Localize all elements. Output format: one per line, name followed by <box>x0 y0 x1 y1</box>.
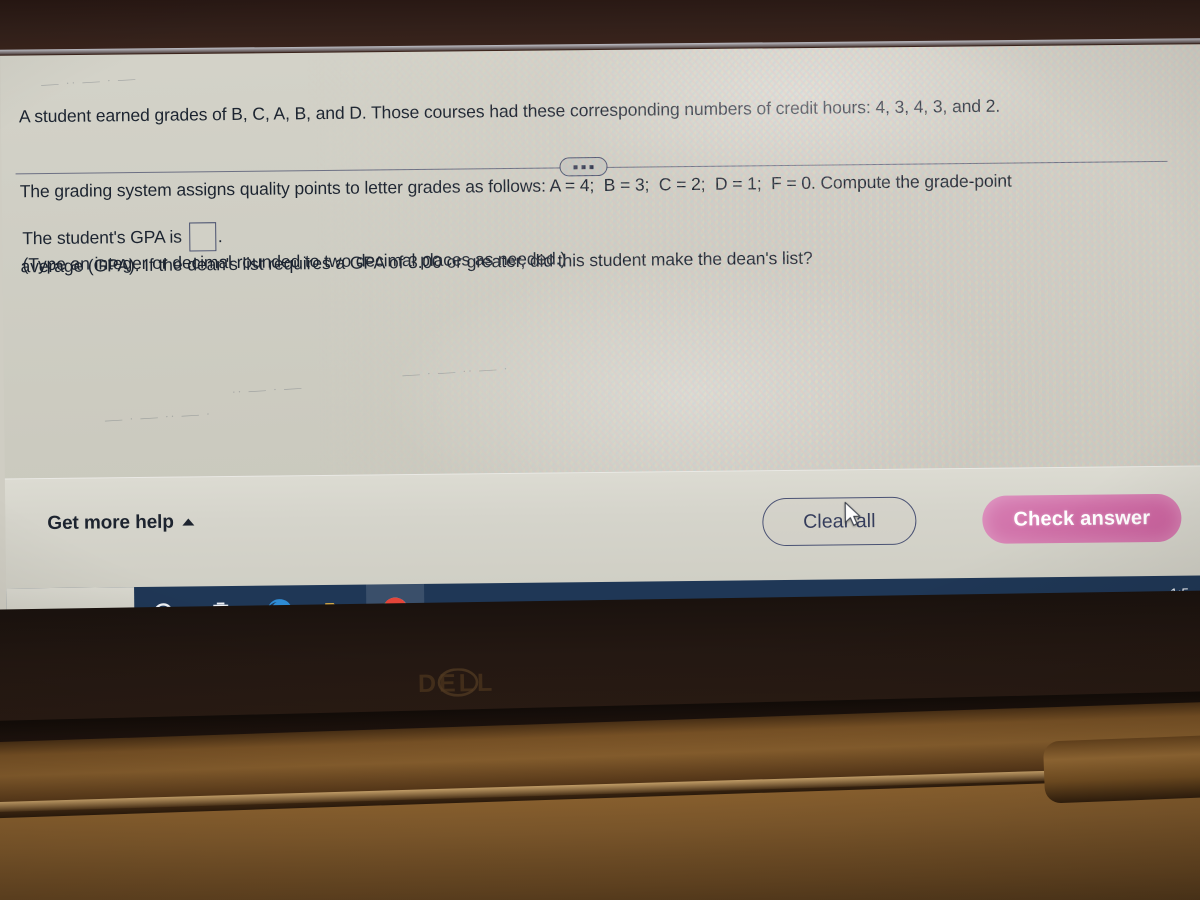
caret-up-icon <box>182 517 195 526</box>
screen-smudge-4: ⸺ · ⸺ ·· ⸺ · <box>401 363 510 382</box>
problem-statement: A student earned grades of B, C, A, B, a… <box>18 42 1191 330</box>
check-answer-label: Check answer <box>1013 506 1151 531</box>
answer-prompt-text: The student's GPA is <box>22 226 182 249</box>
ellipsis-dot <box>573 164 578 169</box>
exercise-footer-bar: Get more help Clear all Check answer <box>4 465 1200 589</box>
arrow-cursor-icon <box>844 501 861 526</box>
get-more-help-label: Get more help <box>47 511 174 535</box>
clear-all-label: Clear all <box>803 509 876 533</box>
laptop-screen: A student earned grades of B, C, A, B, a… <box>0 19 1200 651</box>
answer-prompt-period: . <box>217 226 223 247</box>
check-answer-button[interactable]: Check answer <box>982 493 1182 544</box>
answer-prompt: The student's GPA is . <box>22 222 223 253</box>
svg-text:DELL: DELL <box>418 669 496 698</box>
ellipsis-dot <box>581 164 586 169</box>
screen-smudge-3: ·· ⸺ · ⸺ <box>231 382 305 399</box>
more-options-ellipsis-button[interactable] <box>559 156 608 177</box>
clear-all-button[interactable]: Clear all <box>762 496 917 547</box>
gpa-answer-input[interactable] <box>188 222 216 252</box>
screen-smudge-2: ⸺ · ⸺ ·· ⸺ · <box>103 408 213 428</box>
laptop-photo: A student earned grades of B, C, A, B, a… <box>0 0 1200 900</box>
laptop-hinge-cap <box>1042 734 1200 804</box>
get-more-help-button[interactable]: Get more help <box>47 511 195 535</box>
problem-line-1: A student earned grades of B, C, A, B, a… <box>18 95 1001 127</box>
ellipsis-dot <box>589 164 594 169</box>
dell-logo: DELL <box>418 668 496 698</box>
